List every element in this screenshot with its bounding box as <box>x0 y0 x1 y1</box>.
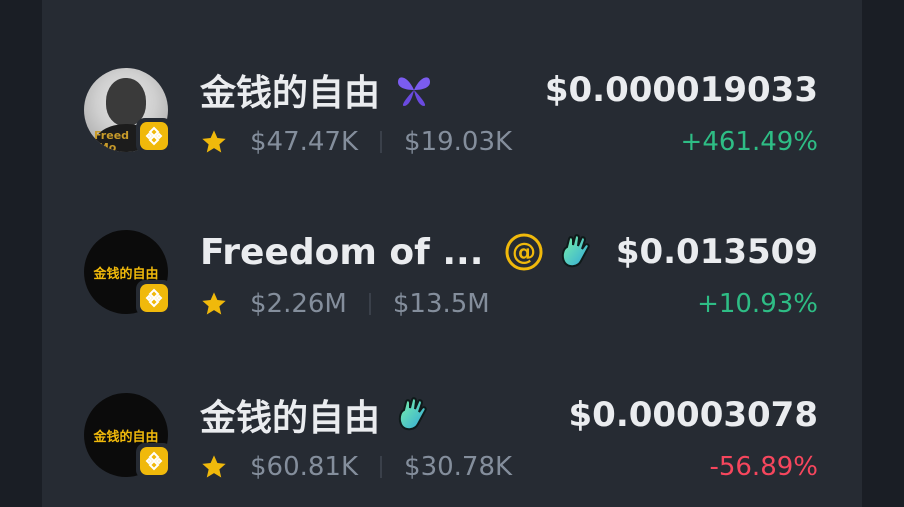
price-change: +10.93% <box>697 289 818 319</box>
wave-hand-icon <box>557 233 593 271</box>
divider <box>380 131 383 153</box>
star-icon[interactable] <box>200 128 228 156</box>
token-stats: $60.81K $30.78K <box>200 449 512 485</box>
liquidity: $19.03K <box>404 127 513 157</box>
divider <box>380 456 383 478</box>
bnb-chain-icon <box>136 443 172 479</box>
token-list: Freed Mo 金钱的自由 $0.000019033 $47.47K $19.… <box>42 0 862 507</box>
token-stats: $47.47K $19.03K <box>200 124 512 160</box>
liquidity: $13.5M <box>392 289 490 319</box>
bnb-chain-icon <box>136 118 172 154</box>
token-row[interactable]: 金钱的自由 金钱的自由 $0.00003078 $60.81K $30.78K … <box>42 393 862 503</box>
price-change: -56.89% <box>709 452 818 482</box>
butterfly-icon <box>394 72 434 108</box>
avatar-caption: Freed Mo <box>94 129 130 153</box>
at-icon: @ <box>505 233 543 271</box>
price-change: +461.49% <box>680 127 818 157</box>
token-row[interactable]: 金钱的自由 Freedom of ... @ $0.013509 $2.26M … <box>42 230 862 340</box>
bnb-chain-icon <box>136 280 172 316</box>
token-price: $0.000019033 <box>544 70 818 110</box>
left-gutter <box>0 0 42 507</box>
star-icon[interactable] <box>200 290 228 318</box>
liquidity: $30.78K <box>404 452 513 482</box>
market-cap: $60.81K <box>250 452 359 482</box>
token-name: 金钱的自由 <box>200 393 430 439</box>
svg-text:@: @ <box>512 238 536 266</box>
market-cap: $2.26M <box>250 289 347 319</box>
star-icon[interactable] <box>200 453 228 481</box>
market-cap: $47.47K <box>250 127 359 157</box>
token-row[interactable]: Freed Mo 金钱的自由 $0.000019033 $47.47K $19.… <box>42 68 862 178</box>
token-price: $0.013509 <box>615 232 818 272</box>
wave-hand-icon <box>394 396 430 434</box>
avatar-text: 金钱的自由 <box>93 266 159 282</box>
token-name: Freedom of ... @ <box>200 230 593 274</box>
avatar-text: 金钱的自由 <box>93 429 159 445</box>
token-stats: $2.26M $13.5M <box>200 286 490 322</box>
token-name-text: 金钱的自由 <box>200 398 381 439</box>
token-name: 金钱的自由 <box>200 68 434 114</box>
token-price: $0.00003078 <box>568 395 819 435</box>
right-gutter <box>862 0 904 507</box>
token-name-text: 金钱的自由 <box>200 73 381 114</box>
token-name-text: Freedom of ... <box>200 231 484 273</box>
divider <box>368 293 371 315</box>
